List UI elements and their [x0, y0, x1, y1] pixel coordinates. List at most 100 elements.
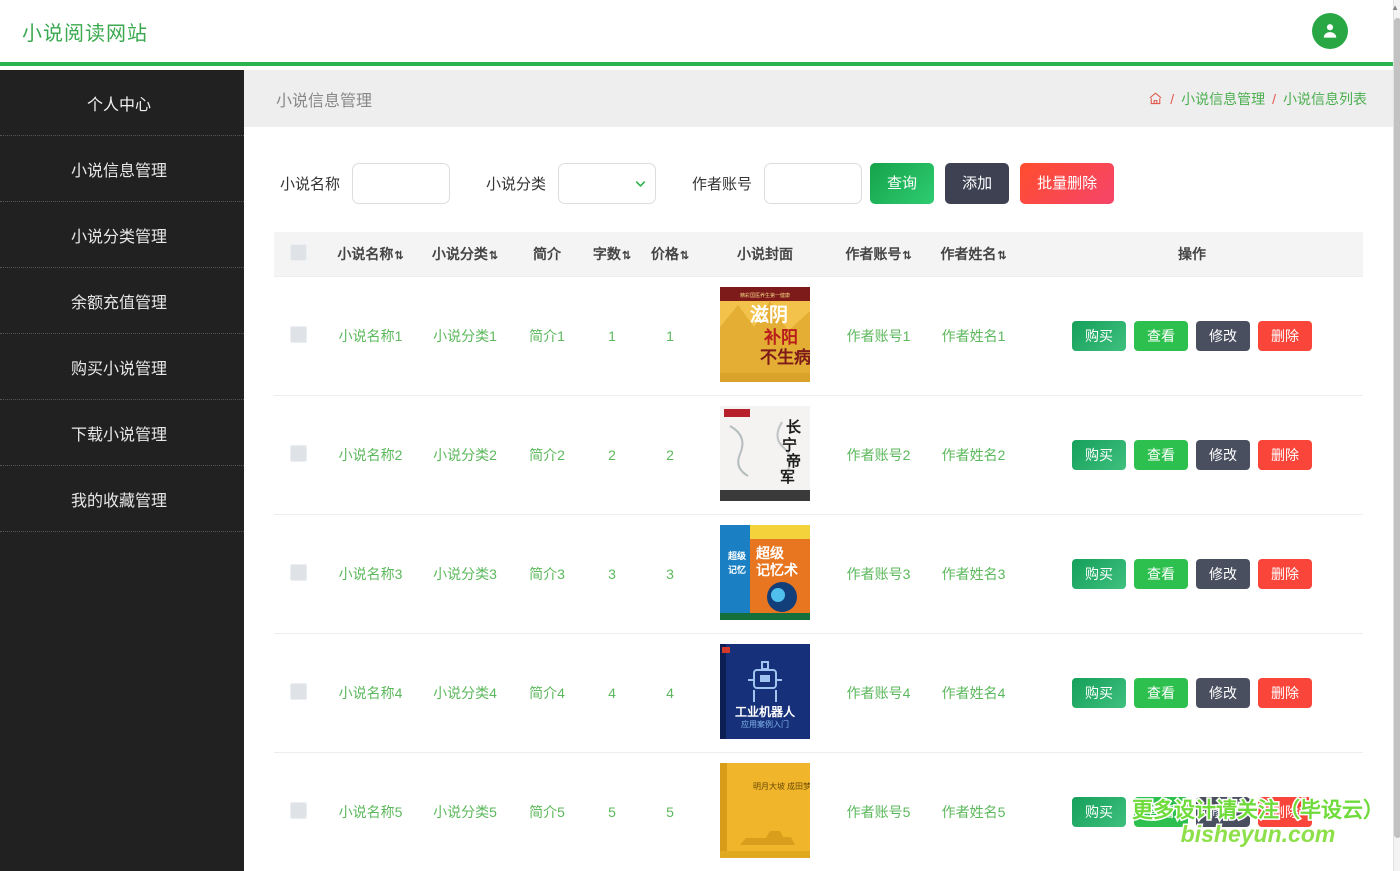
- cell-desc[interactable]: 简介1: [511, 276, 583, 396]
- author-account-input[interactable]: [764, 163, 863, 204]
- sidebar-item-downloaded-novels[interactable]: 下载小说管理: [0, 400, 244, 466]
- author-account-label: 作者账号: [692, 176, 753, 193]
- buy-button[interactable]: 购买: [1072, 677, 1126, 708]
- novel-cover-image[interactable]: 工业机器人 应用案例入门: [720, 643, 810, 739]
- cell-words: 5: [583, 752, 641, 871]
- row-checkbox[interactable]: [289, 682, 307, 700]
- col-header-words[interactable]: 字数⇅: [583, 232, 641, 277]
- cell-author-name: 作者姓名3: [926, 514, 1021, 634]
- breadcrumb-separator-2: /: [1272, 90, 1276, 107]
- user-icon: [1320, 21, 1340, 41]
- row-checkbox[interactable]: [289, 801, 307, 819]
- delete-button[interactable]: 删除: [1258, 558, 1312, 589]
- cell-category[interactable]: 小说分类3: [419, 514, 511, 634]
- row-actions: 购买 查看 修改 删除: [1021, 439, 1363, 470]
- sidebar-item-label: 小说信息管理: [70, 162, 167, 180]
- delete-button[interactable]: 删除: [1258, 439, 1312, 470]
- delete-button[interactable]: 删除: [1258, 320, 1312, 351]
- sidebar-item-profile[interactable]: 个人中心: [0, 70, 244, 136]
- scroll-up-arrow-icon[interactable]: ▲: [1391, 3, 1399, 12]
- home-icon[interactable]: [1148, 91, 1163, 106]
- novel-cover-image[interactable]: 超级 记忆 超级 记忆术: [720, 524, 810, 620]
- col-header-novel-name[interactable]: 小说名称⇅: [322, 232, 419, 277]
- sidebar-item-purchased-novels[interactable]: 购买小说管理: [0, 334, 244, 400]
- cell-category[interactable]: 小说分类4: [419, 633, 511, 753]
- add-button[interactable]: 添加: [945, 163, 1010, 204]
- novel-cover-image[interactable]: 明月大坡 成田梦: [720, 762, 810, 858]
- cell-words: 1: [583, 276, 641, 396]
- view-button[interactable]: 查看: [1134, 558, 1188, 589]
- cell-novel-name[interactable]: 小说名称1: [322, 276, 419, 396]
- svg-text:记忆术: 记忆术: [756, 562, 798, 578]
- sidebar-item-novel-category[interactable]: 小说分类管理: [0, 202, 244, 268]
- cell-category[interactable]: 小说分类5: [419, 752, 511, 871]
- row-actions: 购买 查看 修改 删除: [1021, 558, 1363, 589]
- cell-novel-name[interactable]: 小说名称2: [322, 395, 419, 515]
- col-header-category[interactable]: 小说分类⇅: [419, 232, 511, 277]
- cell-cover: 明月大坡 成田梦: [699, 752, 831, 871]
- sort-icon: ⇅: [997, 249, 1007, 262]
- buy-button[interactable]: 购买: [1072, 558, 1126, 589]
- cell-operations: 购买 查看 修改 删除: [1021, 276, 1363, 396]
- cell-operations: 购买 查看 修改 删除: [1021, 514, 1363, 634]
- row-checkbox[interactable]: [289, 563, 307, 581]
- col-header-price[interactable]: 价格⇅: [641, 232, 699, 277]
- batch-delete-button[interactable]: 批量删除: [1020, 163, 1115, 204]
- svg-text:记忆: 记忆: [728, 564, 746, 575]
- sidebar-item-novel-info[interactable]: 小说信息管理: [0, 136, 244, 202]
- cell-author-account: 作者账号5: [831, 752, 926, 871]
- cell-cover: 超级 记忆 超级 记忆术: [699, 514, 831, 634]
- cell-cover: 工业机器人 应用案例入门: [699, 633, 831, 753]
- page-scrollbar[interactable]: [1393, 0, 1400, 871]
- svg-text:超级: 超级: [727, 550, 747, 561]
- edit-button[interactable]: 修改: [1196, 439, 1250, 470]
- novel-cover-image[interactable]: 长 宁 帝 军: [720, 405, 810, 501]
- buy-button[interactable]: 购买: [1072, 796, 1126, 827]
- cell-novel-name[interactable]: 小说名称4: [322, 633, 419, 753]
- edit-button[interactable]: 修改: [1196, 320, 1250, 351]
- cell-words: 2: [583, 395, 641, 515]
- novel-cover-image[interactable]: 精彩国医养生第一健康 滋阴 补阳 不生病: [720, 286, 810, 382]
- buy-button[interactable]: 购买: [1072, 439, 1126, 470]
- sidebar-item-my-favorites[interactable]: 我的收藏管理: [0, 466, 244, 532]
- row-checkbox[interactable]: [289, 325, 307, 343]
- row-checkbox[interactable]: [289, 444, 307, 462]
- novel-category-select[interactable]: [558, 163, 657, 204]
- col-label: 小说名称: [337, 245, 394, 262]
- scrollbar-thumb[interactable]: [1394, 18, 1400, 838]
- delete-button[interactable]: 删除: [1258, 796, 1312, 827]
- cell-novel-name[interactable]: 小说名称3: [322, 514, 419, 634]
- col-header-account[interactable]: 作者账号⇅: [831, 232, 926, 277]
- view-button[interactable]: 查看: [1134, 796, 1188, 827]
- col-header-author[interactable]: 作者姓名⇅: [926, 232, 1021, 277]
- view-button[interactable]: 查看: [1134, 439, 1188, 470]
- delete-button[interactable]: 删除: [1258, 677, 1312, 708]
- cell-desc[interactable]: 简介5: [511, 752, 583, 871]
- breadcrumb-parent[interactable]: 小说信息管理: [1181, 89, 1265, 109]
- avatar[interactable]: [1312, 13, 1348, 49]
- cell-author-name: 作者姓名2: [926, 395, 1021, 515]
- cell-category[interactable]: 小说分类2: [419, 395, 511, 515]
- buy-button[interactable]: 购买: [1072, 320, 1126, 351]
- edit-button[interactable]: 修改: [1196, 796, 1250, 827]
- table-row: 小说名称4 小说分类4 简介4 4 4 工业机器人 应用案例入门 作者账号4 作…: [274, 633, 1363, 753]
- select-all-checkbox[interactable]: [289, 243, 307, 261]
- row-select-cell: [274, 633, 322, 753]
- table-row: 小说名称1 小说分类1 简介1 1 1 精彩国医养生第一健康 滋阴 补阳 不生病…: [274, 276, 1363, 396]
- view-button[interactable]: 查看: [1134, 677, 1188, 708]
- cell-desc[interactable]: 简介3: [511, 514, 583, 634]
- query-button[interactable]: 查询: [870, 163, 935, 204]
- cell-price: 2: [641, 395, 699, 515]
- novel-name-input[interactable]: [352, 163, 451, 204]
- edit-button[interactable]: 修改: [1196, 558, 1250, 589]
- cell-words: 3: [583, 514, 641, 634]
- sidebar-item-balance-recharge[interactable]: 余额充值管理: [0, 268, 244, 334]
- cell-desc[interactable]: 简介4: [511, 633, 583, 753]
- cell-desc[interactable]: 简介2: [511, 395, 583, 515]
- row-select-cell: [274, 276, 322, 396]
- view-button[interactable]: 查看: [1134, 320, 1188, 351]
- cell-novel-name[interactable]: 小说名称5: [322, 752, 419, 871]
- cell-category[interactable]: 小说分类1: [419, 276, 511, 396]
- edit-button[interactable]: 修改: [1196, 677, 1250, 708]
- cell-words: 4: [583, 633, 641, 753]
